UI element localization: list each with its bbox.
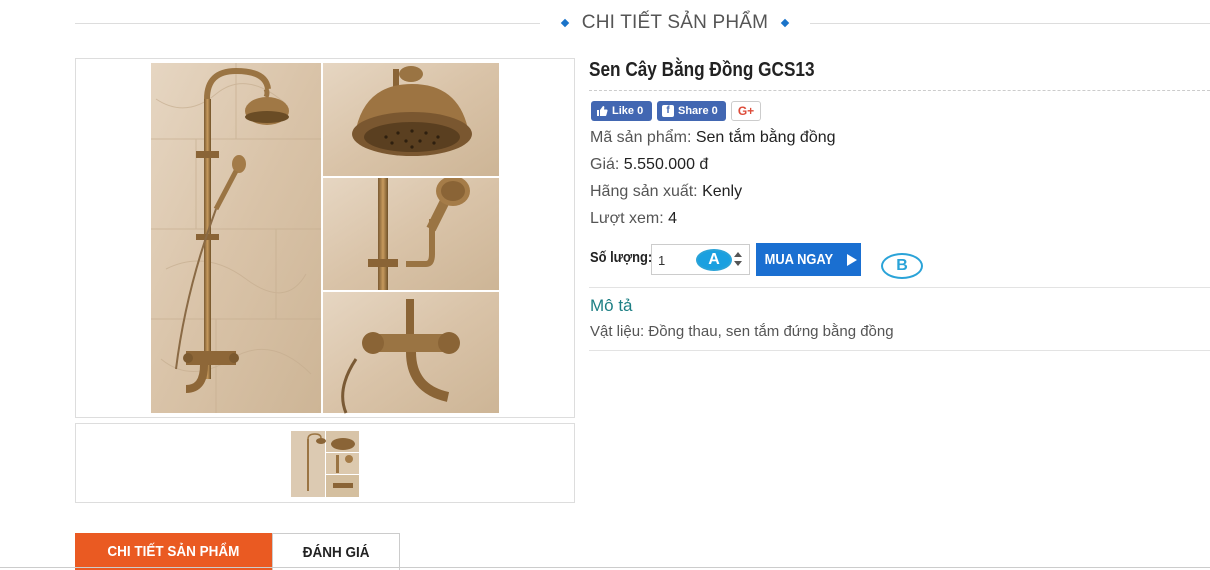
thumbnail-strip [75, 423, 575, 503]
annotation-marker-b: B [881, 253, 923, 279]
product-tabs: CHI TIẾT SẢN PHẨM ĐÁNH GIÁ [75, 533, 400, 570]
facebook-icon: f [662, 105, 674, 117]
like-label: Like 0 [612, 105, 644, 117]
diamond-icon [560, 18, 570, 28]
google-plus-icon: G+ [737, 104, 755, 118]
description-text: Vật liệu: Đồng thau, sen tắm đứng bằng đ… [590, 323, 894, 340]
marker-b-label: B [896, 257, 908, 274]
product-code-row: Mã sản phẩm: Sen tắm bằng đồng [590, 129, 836, 147]
tab-reviews-label: ĐÁNH GIÁ [302, 543, 370, 561]
tab-product-details-label: CHI TIẾT SẢN PHẨM [107, 543, 240, 560]
manufacturer-value: Kenly [702, 183, 743, 200]
diamond-icon [780, 18, 790, 28]
facebook-share-button[interactable]: f Share 0 [657, 101, 726, 121]
product-code-label: Mã sản phẩm: [590, 129, 692, 146]
google-plus-button[interactable]: G+ [731, 101, 761, 121]
share-label: Share 0 [678, 105, 718, 117]
views-value: 4 [668, 210, 678, 227]
divider [589, 287, 1210, 288]
product-main-image[interactable] [75, 58, 575, 418]
price-value: 5.550.000 đ [623, 156, 709, 173]
section-header: CHI TIẾT SẢN PHẨM [540, 9, 810, 37]
play-arrow-icon [847, 253, 858, 266]
tabs-baseline [0, 567, 1210, 568]
views-row: Lượt xem: 4 [590, 210, 677, 228]
social-buttons: Like 0 f Share 0 G+ [591, 101, 761, 121]
tab-product-details[interactable]: CHI TIẾT SẢN PHẨM [75, 533, 272, 570]
marker-a-label: A [708, 251, 720, 268]
product-thumbnail[interactable] [291, 431, 359, 497]
product-code-value: Sen tắm bằng đồng [695, 129, 836, 146]
title-divider [589, 90, 1210, 91]
quantity-value: 1 [658, 253, 666, 268]
quantity-stepper[interactable] [731, 249, 745, 269]
section-title: CHI TIẾT SẢN PHẨM [581, 12, 769, 33]
divider [589, 350, 1210, 351]
price-label: Giá: [590, 156, 620, 173]
manufacturer-label: Hãng sản xuất: [590, 183, 698, 200]
price-row: Giá: 5.550.000 đ [590, 156, 708, 174]
manufacturer-row: Hãng sản xuất: Kenly [590, 183, 742, 201]
facebook-like-button[interactable]: Like 0 [591, 101, 652, 121]
quantity-label: Số lượng: [590, 249, 653, 266]
buy-now-button[interactable]: MUA NGAY [756, 243, 861, 276]
description-title: Mô tả [590, 296, 633, 315]
thumbs-up-icon [597, 106, 608, 116]
annotation-marker-a: A [696, 249, 732, 271]
buy-now-label: MUA NGAY [764, 251, 833, 268]
views-label: Lượt xem: [590, 210, 664, 227]
product-title: Sen Cây Bằng Đồng GCS13 [589, 59, 815, 81]
tab-reviews[interactable]: ĐÁNH GIÁ [272, 533, 400, 570]
